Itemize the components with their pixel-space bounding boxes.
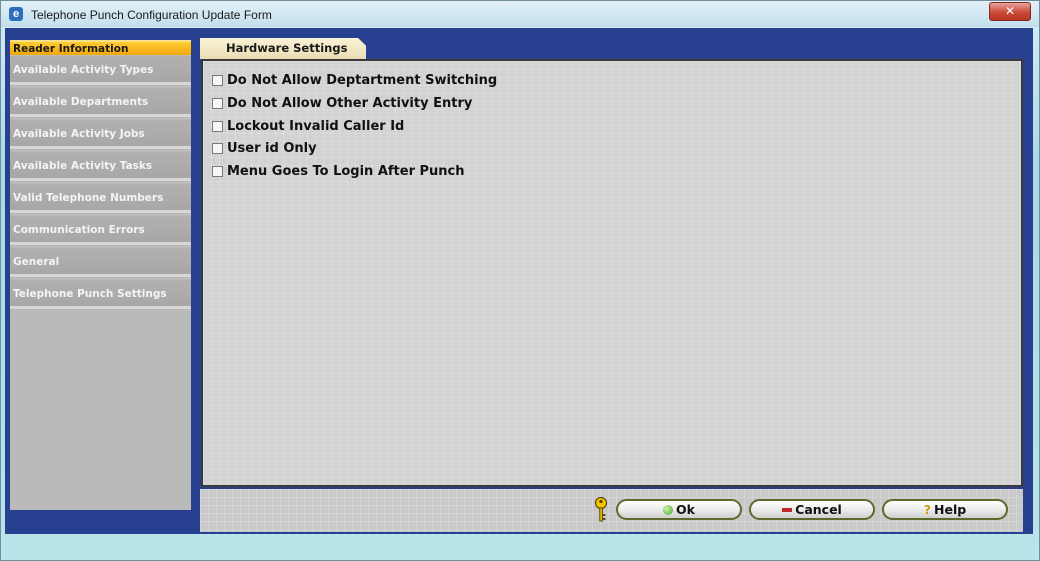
sidebar-item-available-activity-jobs[interactable]: Available Activity Jobs bbox=[10, 120, 191, 149]
button-bar: Ok Cancel ? Help bbox=[200, 489, 1023, 532]
client-bottom-strip bbox=[5, 534, 1033, 554]
sidebar-menu: Reader Information Available Activity Ty… bbox=[10, 40, 191, 510]
cancel-button-label: Cancel bbox=[795, 502, 842, 517]
hardware-settings-panel: Do Not Allow Deptartment Switching Do No… bbox=[201, 59, 1023, 487]
user-id-only-label: User id Only bbox=[227, 140, 317, 156]
menu-login-after-punch-label: Menu Goes To Login After Punch bbox=[227, 163, 465, 179]
help-button[interactable]: ? Help bbox=[882, 499, 1008, 520]
menu-login-after-punch-checkbox[interactable] bbox=[212, 165, 223, 177]
no-department-switching-label: Do Not Allow Deptartment Switching bbox=[227, 72, 498, 88]
window-title: Telephone Punch Configuration Update For… bbox=[31, 8, 272, 22]
sidebar-item-available-activity-tasks[interactable]: Available Activity Tasks bbox=[10, 152, 191, 181]
sidebar-item-general[interactable]: General bbox=[10, 248, 191, 277]
setting-lockout-invalid-caller-id[interactable]: Lockout Invalid Caller Id bbox=[212, 117, 404, 135]
sidebar-item-available-departments[interactable]: Available Departments bbox=[10, 88, 191, 117]
sidebar-item-available-activity-types[interactable]: Available Activity Types bbox=[10, 56, 191, 85]
sidebar-item-telephone-punch-settings[interactable]: Telephone Punch Settings bbox=[10, 280, 191, 309]
setting-no-department-switching[interactable]: Do Not Allow Deptartment Switching bbox=[212, 71, 497, 89]
minus-icon bbox=[782, 507, 793, 512]
help-icon: ? bbox=[923, 502, 932, 517]
setting-user-id-only[interactable]: User id Only bbox=[212, 139, 317, 157]
setting-menu-login-after-punch[interactable]: Menu Goes To Login After Punch bbox=[212, 162, 465, 180]
lockout-invalid-caller-id-checkbox[interactable] bbox=[212, 120, 223, 132]
ok-icon bbox=[663, 504, 674, 515]
lockout-invalid-caller-id-label: Lockout Invalid Caller Id bbox=[227, 118, 405, 134]
close-button[interactable]: ✕ bbox=[989, 2, 1031, 21]
tab-hardware-settings[interactable]: Hardware Settings bbox=[200, 38, 366, 59]
no-other-activity-entry-label: Do Not Allow Other Activity Entry bbox=[227, 95, 473, 111]
sidebar-item-reader-information[interactable]: Reader Information bbox=[10, 40, 191, 55]
sidebar-item-valid-telephone-numbers[interactable]: Valid Telephone Numbers bbox=[10, 184, 191, 213]
no-department-switching-checkbox[interactable] bbox=[212, 74, 223, 86]
application-window: e Telephone Punch Configuration Update F… bbox=[0, 0, 1040, 561]
no-other-activity-entry-checkbox[interactable] bbox=[212, 97, 223, 109]
setting-no-other-activity-entry[interactable]: Do Not Allow Other Activity Entry bbox=[212, 94, 472, 112]
user-id-only-checkbox[interactable] bbox=[212, 142, 223, 154]
cancel-button[interactable]: Cancel bbox=[749, 499, 875, 520]
key-icon bbox=[594, 496, 608, 522]
title-bar[interactable]: e Telephone Punch Configuration Update F… bbox=[1, 1, 1039, 27]
help-button-label: Help bbox=[934, 502, 967, 517]
sidebar-item-communication-errors[interactable]: Communication Errors bbox=[10, 216, 191, 245]
ok-button[interactable]: Ok bbox=[616, 499, 742, 520]
app-icon: e bbox=[9, 7, 23, 21]
ok-button-label: Ok bbox=[676, 502, 695, 517]
